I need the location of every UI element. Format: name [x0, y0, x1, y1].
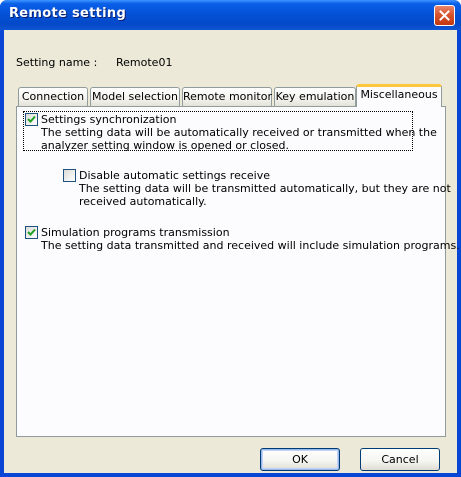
- title-bar[interactable]: Remote setting: [0, 0, 461, 30]
- ok-button[interactable]: OK: [260, 448, 340, 471]
- simulation-desc-line1: The setting data transmitted and receive…: [41, 239, 460, 252]
- tab-key-emulation[interactable]: Key emulation: [274, 87, 356, 106]
- simulation-label[interactable]: Simulation programs transmission: [41, 226, 230, 239]
- cancel-button[interactable]: Cancel: [360, 448, 440, 471]
- tab-miscellaneous[interactable]: Miscellaneous: [356, 84, 442, 107]
- close-icon: [439, 10, 450, 21]
- tab-remote-monitor[interactable]: Remote monitor: [182, 87, 272, 106]
- disable-receive-checkbox[interactable]: [63, 169, 76, 182]
- settings-sync-desc-line1: The setting data will be automatically r…: [41, 126, 437, 139]
- disable-receive-desc-line1: The setting data will be transmitted aut…: [79, 182, 451, 195]
- disable-receive-label[interactable]: Disable automatic settings receive: [79, 169, 270, 182]
- setting-name-label: Setting name :: [16, 56, 98, 69]
- close-button[interactable]: [434, 5, 455, 26]
- dialog-body: Setting name : Remote01 Connection Model…: [4, 30, 460, 473]
- tab-connection[interactable]: Connection: [18, 87, 88, 106]
- disable-receive-desc-line2: received automatically.: [79, 195, 207, 208]
- settings-sync-label[interactable]: Settings synchronization: [41, 113, 176, 126]
- settings-sync-checkbox[interactable]: [25, 113, 38, 126]
- tab-model-selection[interactable]: Model selection: [90, 87, 180, 106]
- checkmark-icon: [27, 228, 36, 236]
- tab-strip: Connection Model selection Remote monito…: [18, 84, 448, 107]
- miscellaneous-panel: Settings synchronization The setting dat…: [16, 106, 460, 437]
- checkmark-icon: [27, 115, 36, 123]
- setting-name-value: Remote01: [116, 56, 173, 69]
- simulation-checkbox[interactable]: [25, 226, 38, 239]
- window-title: Remote setting: [9, 6, 127, 21]
- settings-sync-desc-line2: analyzer setting window is opened or clo…: [41, 139, 289, 152]
- remote-setting-dialog: Remote setting Setting name : Remote01 C…: [0, 0, 461, 477]
